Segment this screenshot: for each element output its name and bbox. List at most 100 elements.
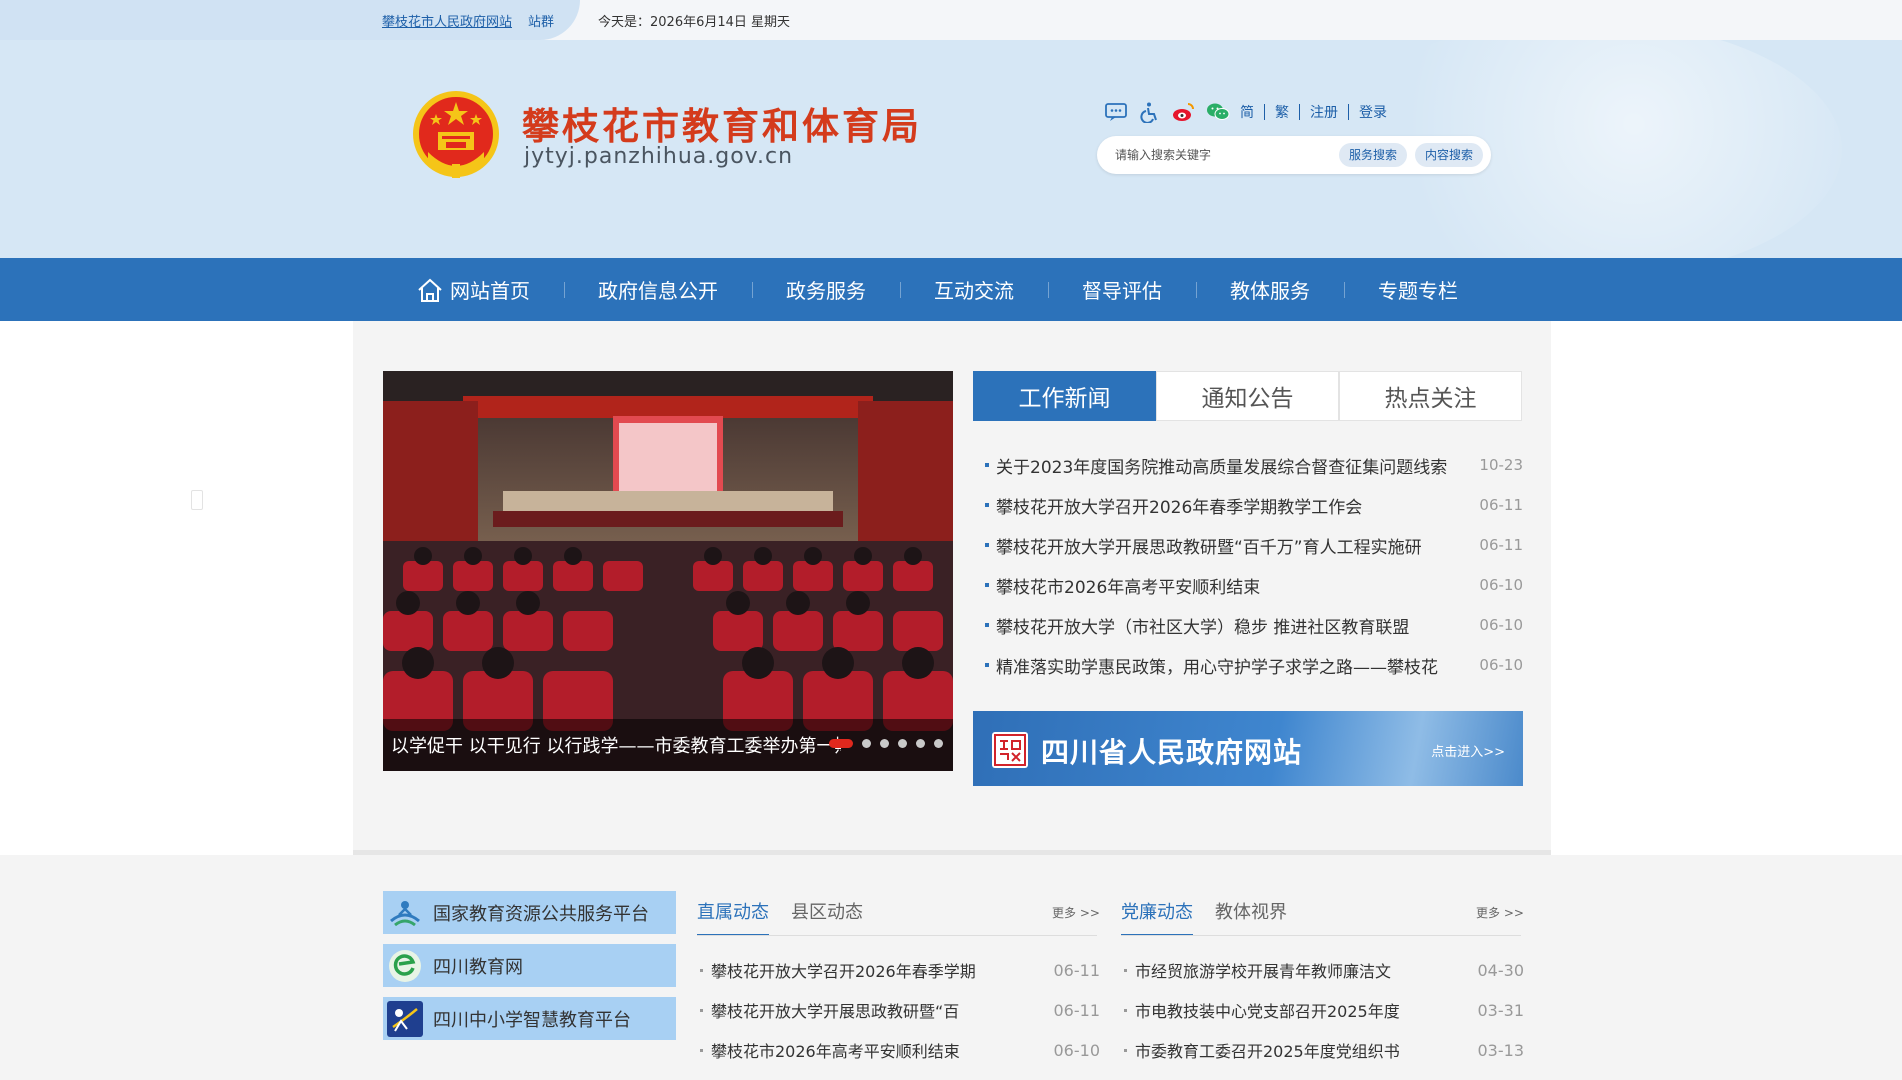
carousel-dot[interactable] bbox=[829, 739, 853, 748]
nav-item-gov-service[interactable]: 政务服务 bbox=[752, 258, 900, 321]
tab-notices[interactable]: 通知公告 bbox=[1156, 371, 1339, 421]
carousel-image bbox=[383, 371, 953, 771]
list-item[interactable]: 精准落实助学惠民政策，用心守护学子求学之路——攀枝花 06-10 bbox=[985, 645, 1525, 685]
site-title: 攀枝花市教育和体育局 bbox=[522, 104, 922, 148]
list-item[interactable]: 攀枝花市2026年高考平安顺利结束 06-10 bbox=[985, 565, 1525, 605]
bullet-icon bbox=[700, 1048, 703, 1052]
bullet-icon bbox=[985, 623, 989, 627]
nav-item-label: 网站首页 bbox=[450, 279, 530, 303]
news-title[interactable]: 攀枝花开放大学召开2026年春季学期 bbox=[711, 958, 1011, 982]
news-title[interactable]: 攀枝花开放大学（市社区大学）稳步 推进社区教育联盟 bbox=[996, 613, 1466, 638]
platform-label: 国家教育资源公共服务平台 bbox=[433, 903, 649, 925]
list-item[interactable]: 攀枝花开放大学（市社区大学）稳步 推进社区教育联盟 06-10 bbox=[985, 605, 1525, 645]
register-link[interactable]: 注册 bbox=[1310, 102, 1338, 122]
news-title[interactable]: 攀枝花开放大学开展思政教研暨“百千万”育人工程实施研 bbox=[996, 533, 1466, 558]
tab-work-news[interactable]: 工作新闻 bbox=[973, 371, 1156, 421]
side-floating-marker bbox=[191, 490, 203, 510]
list-item[interactable]: 攀枝花开放大学开展思政教研暨“百 06-11 bbox=[700, 990, 1100, 1030]
news-title[interactable]: 攀枝花市2026年高考平安顺利结束 bbox=[711, 1038, 1011, 1062]
service-search-button[interactable]: 服务搜索 bbox=[1339, 143, 1408, 167]
news-date: 03-13 bbox=[1477, 1040, 1525, 1060]
weibo-icon[interactable] bbox=[1172, 101, 1196, 123]
carousel-dot[interactable] bbox=[880, 739, 889, 748]
news-date: 06-10 bbox=[1479, 616, 1523, 634]
nav-item-supervision[interactable]: 督导评估 bbox=[1048, 258, 1196, 321]
news-date: 10-23 bbox=[1479, 456, 1523, 474]
home-icon bbox=[418, 278, 442, 302]
sichuan-seal-icon bbox=[992, 732, 1028, 768]
news-title[interactable]: 攀枝花开放大学召开2026年春季学期教学工作会 bbox=[996, 493, 1466, 518]
site-group-link[interactable]: 站群 bbox=[528, 11, 554, 30]
news-title[interactable]: 市委教育工委召开2025年度党组织书 bbox=[1135, 1038, 1435, 1062]
bullet-icon bbox=[1124, 1008, 1127, 1012]
sichuan-edu-icon bbox=[389, 949, 421, 982]
tab-party-integrity[interactable]: 党廉动态 bbox=[1121, 895, 1193, 936]
accessibility-icon[interactable] bbox=[1138, 101, 1162, 123]
list-item[interactable]: 市电教技装中心党支部召开2025年度 03-31 bbox=[1124, 990, 1524, 1030]
news-title[interactable]: 攀枝花开放大学开展思政教研暨“百 bbox=[711, 998, 1011, 1022]
carousel-dot[interactable] bbox=[862, 739, 871, 748]
list-item[interactable]: 攀枝花市2026年高考平安顺利结束 06-10 bbox=[700, 1030, 1100, 1070]
list-item[interactable]: 关于2023年度国务院推动高质量发展综合督查征集问题线索 10-23 bbox=[985, 445, 1525, 485]
carousel-caption[interactable]: 以学促干 以干见行 以行践学——市委教育工委举办第一期 bbox=[391, 732, 841, 758]
nav-item-interaction[interactable]: 互动交流 bbox=[900, 258, 1048, 321]
bullet-icon bbox=[985, 463, 989, 467]
bullet-icon bbox=[700, 1008, 703, 1012]
news-carousel[interactable]: 以学促干 以干见行 以行践学——市委教育工委举办第一期 bbox=[383, 371, 953, 771]
news-title[interactable]: 攀枝花市2026年高考平安顺利结束 bbox=[996, 573, 1466, 598]
platform-link-smart-edu[interactable]: 四川中小学智慧教育平台 bbox=[383, 997, 676, 1040]
login-link[interactable]: 登录 bbox=[1359, 102, 1387, 122]
content-search-button[interactable]: 内容搜索 bbox=[1415, 143, 1484, 167]
search-box: 服务搜索 内容搜索 bbox=[1097, 136, 1491, 174]
news-list: 关于2023年度国务院推动高质量发展综合督查征集问题线索 10-23 攀枝花开放大… bbox=[985, 445, 1525, 685]
more-link[interactable]: 更多 >> bbox=[1052, 904, 1100, 921]
news-title[interactable]: 关于2023年度国务院推动高质量发展综合督查征集问题线索 bbox=[996, 453, 1466, 478]
traditional-chinese-link[interactable]: 繁 bbox=[1275, 102, 1289, 122]
news-title[interactable]: 精准落实助学惠民政策，用心守护学子求学之路——攀枝花 bbox=[996, 653, 1466, 678]
tab-direct-news[interactable]: 直属动态 bbox=[697, 895, 769, 936]
bullet-icon bbox=[700, 968, 703, 972]
news-title[interactable]: 市电教技装中心党支部召开2025年度 bbox=[1135, 998, 1435, 1022]
tool-divider bbox=[1348, 104, 1349, 120]
news-date: 03-31 bbox=[1477, 1000, 1525, 1020]
simplified-chinese-link[interactable]: 简 bbox=[1240, 102, 1254, 122]
tab-county-news[interactable]: 县区动态 bbox=[791, 895, 863, 935]
nav-item-special-topics[interactable]: 专题专栏 bbox=[1344, 258, 1492, 321]
banner-enter-link[interactable]: 点击进入>> bbox=[1431, 741, 1505, 760]
main-nav: 网站首页 政府信息公开 政务服务 互动交流 督导评估 教体服务 专题专栏 bbox=[0, 258, 1902, 321]
message-icon[interactable] bbox=[1104, 101, 1128, 123]
nav-item-home[interactable]: 网站首页 bbox=[396, 258, 564, 321]
list-item[interactable]: 攀枝花开放大学开展思政教研暨“百千万”育人工程实施研 06-11 bbox=[985, 525, 1525, 565]
nav-item-edu-service[interactable]: 教体服务 bbox=[1196, 258, 1344, 321]
list-item[interactable]: 市委教育工委召开2025年度党组织书 03-13 bbox=[1124, 1030, 1524, 1070]
news-title[interactable]: 市经贸旅游学校开展青年教师廉洁文 bbox=[1135, 958, 1435, 982]
bullet-icon bbox=[985, 503, 989, 507]
list-item[interactable]: 攀枝花开放大学召开2026年春季学期 06-11 bbox=[700, 950, 1100, 990]
top-strip: 攀枝花市人民政府网站 站群 今天是：2026年6月14日 星期天 bbox=[0, 0, 1902, 40]
more-link[interactable]: 更多 >> bbox=[1476, 904, 1524, 921]
smart-edu-platform-icon bbox=[387, 1000, 423, 1037]
news-date: 06-11 bbox=[1479, 496, 1523, 514]
nav-items: 网站首页 政府信息公开 政务服务 互动交流 督导评估 教体服务 专题专栏 bbox=[396, 258, 1506, 321]
list-item[interactable]: 攀枝花开放大学召开2026年春季学期教学工作会 06-11 bbox=[985, 485, 1525, 525]
tab-hot-topics[interactable]: 热点关注 bbox=[1339, 371, 1522, 421]
carousel-dot[interactable] bbox=[898, 739, 907, 748]
news-date: 06-11 bbox=[1053, 960, 1101, 980]
today-date: 今天是：2026年6月14日 星期天 bbox=[598, 15, 791, 30]
tab-edu-sports-view[interactable]: 教体视界 bbox=[1215, 895, 1287, 935]
gov-site-link[interactable]: 攀枝花市人民政府网站 bbox=[382, 11, 512, 30]
search-input[interactable] bbox=[1115, 145, 1325, 165]
news-tabs: 工作新闻 通知公告 热点关注 bbox=[973, 371, 1522, 421]
platform-link-national[interactable]: 国家教育资源公共服务平台 bbox=[383, 891, 676, 934]
carousel-caption-bar: 以学促干 以干见行 以行践学——市委教育工委举办第一期 bbox=[383, 719, 953, 771]
wechat-icon[interactable] bbox=[1206, 101, 1230, 123]
news-date: 04-30 bbox=[1477, 960, 1525, 980]
list-item[interactable]: 市经贸旅游学校开展青年教师廉洁文 04-30 bbox=[1124, 950, 1524, 990]
direct-news-list: 攀枝花开放大学召开2026年春季学期 06-11 攀枝花开放大学开展思政教研暨“百… bbox=[700, 950, 1100, 1070]
platform-link-sichuan-edu[interactable]: 四川教育网 bbox=[383, 944, 676, 987]
sichuan-gov-banner[interactable]: 四川省人民政府网站 点击进入>> bbox=[973, 711, 1523, 786]
carousel-dot[interactable] bbox=[916, 739, 925, 748]
nav-item-gov-info[interactable]: 政府信息公开 bbox=[564, 258, 752, 321]
platform-label: 四川中小学智慧教育平台 bbox=[433, 1009, 631, 1031]
carousel-dot[interactable] bbox=[934, 739, 943, 748]
